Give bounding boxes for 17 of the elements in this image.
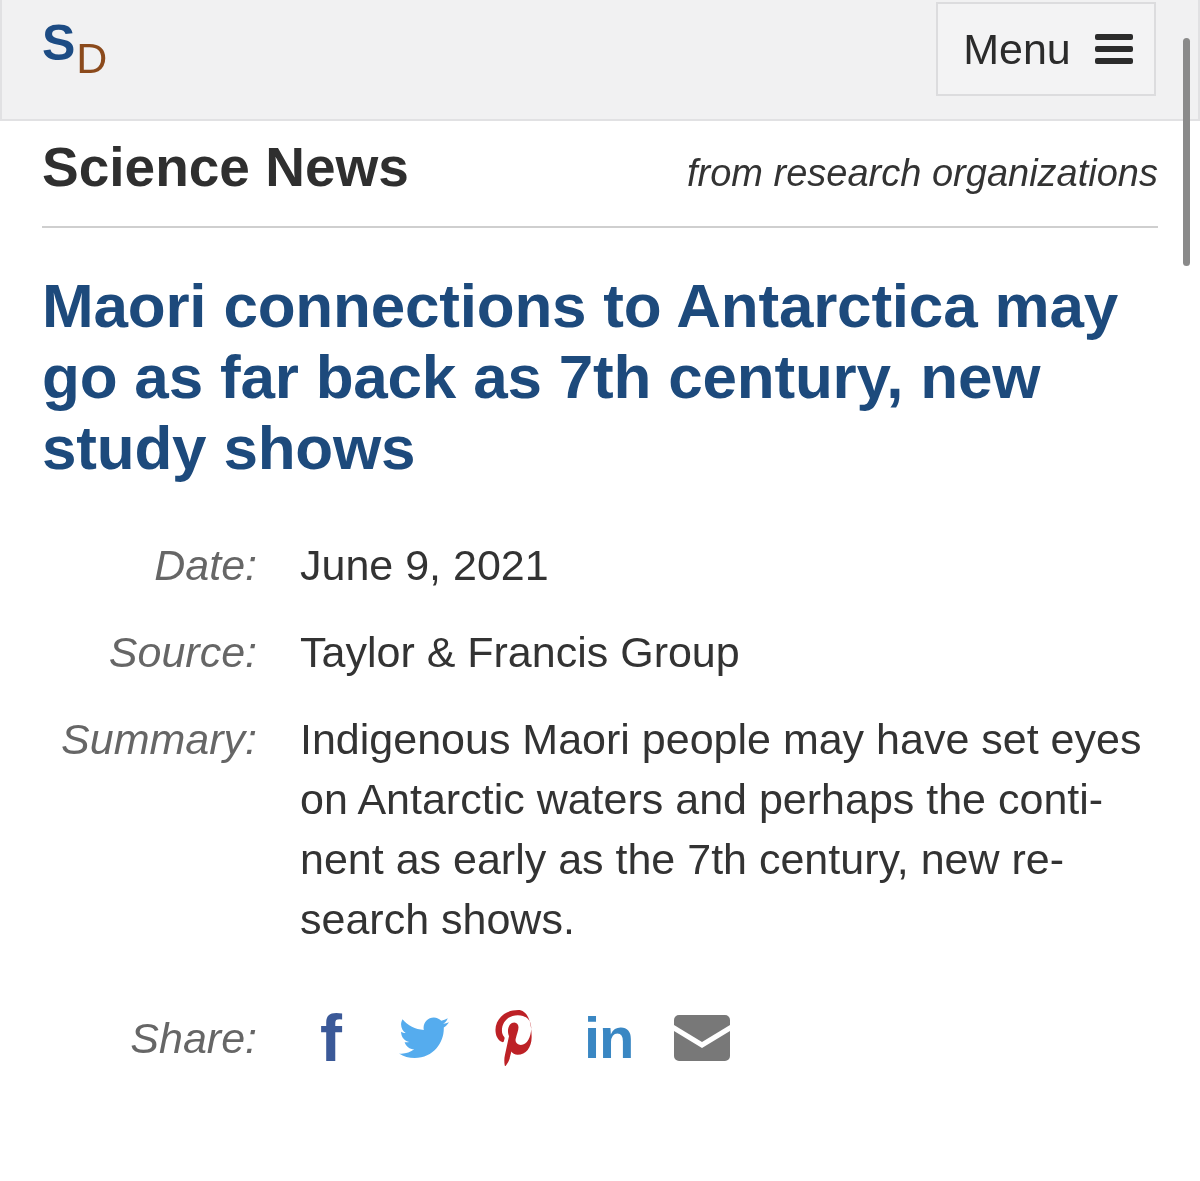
scrollbar-thumb[interactable] — [1183, 38, 1190, 266]
meta-value: June 9, 2021 — [300, 539, 550, 591]
meta-value: Taylor & Francis Group — [300, 626, 741, 678]
meta-label: Source: — [107, 626, 257, 678]
meta-label: Summary: — [60, 713, 257, 765]
section-tagline: from research organizations — [687, 153, 1158, 195]
menu-icon — [1094, 34, 1133, 64]
meta-label: Date: — [153, 539, 257, 591]
meta-value: Indigenous Maori people may have set eyes on Antarctic waters and perhaps the conti-nent as early as the 7th century, new re-search shows. — [300, 713, 1143, 945]
facebook-link[interactable]: f — [316, 1004, 346, 1071]
section-title: Science News — [42, 137, 409, 198]
linkedin-link[interactable]: in — [584, 1008, 634, 1067]
bird-icon[interactable] — [399, 1016, 449, 1059]
menu-button[interactable]: Menu — [936, 2, 1156, 96]
envelope-icon[interactable] — [673, 1014, 730, 1061]
share-label: Share: — [129, 1012, 257, 1064]
article-headline: Maori connections to Antarctica may go as far back as 7th century, new study shows — [42, 269, 1119, 483]
